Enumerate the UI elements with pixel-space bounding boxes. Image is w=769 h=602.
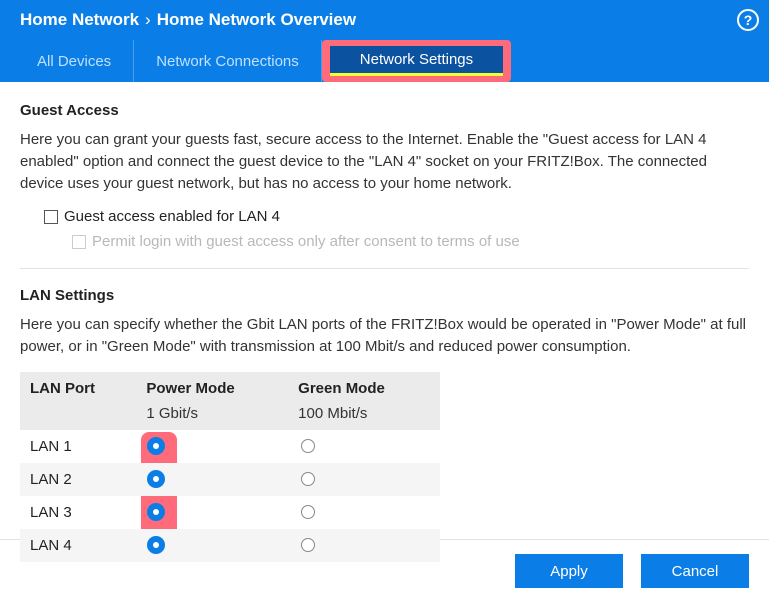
col-header-port: LAN Port [20,372,136,405]
lan3-power-radio[interactable] [147,503,165,521]
lan-port-name: LAN 2 [20,463,136,496]
lan-ports-table: LAN Port Power Mode Green Mode 1 Gbit/s … [20,372,440,562]
table-row-lan3: LAN 3 [20,496,440,529]
table-row-lan2: LAN 2 [20,463,440,496]
breadcrumb-leaf: Home Network Overview [157,10,356,30]
lan1-green-radio[interactable] [301,439,315,453]
table-row-lan1: LAN 1 [20,430,440,463]
col-header-power-mode: Power Mode [136,372,288,405]
guest-consent-label: Permit login with guest access only afte… [92,233,520,250]
lan-port-name: LAN 1 [20,430,136,463]
guest-access-description: Here you can grant your guests fast, sec… [20,129,749,194]
header: Home Network › Home Network Overview ? [0,0,769,40]
subheader-green: 100 Mbit/s [288,405,440,430]
lan3-green-radio[interactable] [301,505,315,519]
divider [20,268,749,269]
tablist: All Devices Network Connections Network … [0,40,769,82]
section-title-lan-settings: LAN Settings [20,287,749,304]
lan-port-name: LAN 4 [20,529,136,562]
help-icon[interactable]: ? [737,9,759,31]
lan2-green-radio[interactable] [301,472,315,486]
guest-consent-checkbox [72,235,86,249]
breadcrumb: Home Network › Home Network Overview [20,10,737,30]
content: Guest Access Here you can grant your gue… [0,82,769,586]
chevron-right-icon: › [145,10,151,30]
tab-network-settings[interactable]: Network Settings [330,46,503,76]
lan2-power-radio[interactable] [147,470,165,488]
tab-network-connections[interactable]: Network Connections [134,40,322,82]
lan1-power-radio[interactable] [147,437,165,455]
section-title-guest-access: Guest Access [20,102,749,119]
guest-access-lan4-row: Guest access enabled for LAN 4 [44,208,749,225]
lan-settings-description: Here you can specify whether the Gbit LA… [20,314,749,358]
guest-access-lan4-checkbox[interactable] [44,210,58,224]
table-row-lan4: LAN 4 [20,529,440,562]
lan4-power-radio[interactable] [147,536,165,554]
tab-all-devices[interactable]: All Devices [15,40,134,82]
lan4-green-radio[interactable] [301,538,315,552]
subheader-power: 1 Gbit/s [136,405,288,430]
col-header-green-mode: Green Mode [288,372,440,405]
guest-consent-row: Permit login with guest access only afte… [72,233,749,250]
cancel-button[interactable]: Cancel [641,554,749,588]
apply-button[interactable]: Apply [515,554,623,588]
lan-port-name: LAN 3 [20,496,136,529]
tab-active-highlight: Network Settings [322,40,511,82]
guest-access-lan4-label: Guest access enabled for LAN 4 [64,208,280,225]
breadcrumb-root[interactable]: Home Network [20,10,139,30]
